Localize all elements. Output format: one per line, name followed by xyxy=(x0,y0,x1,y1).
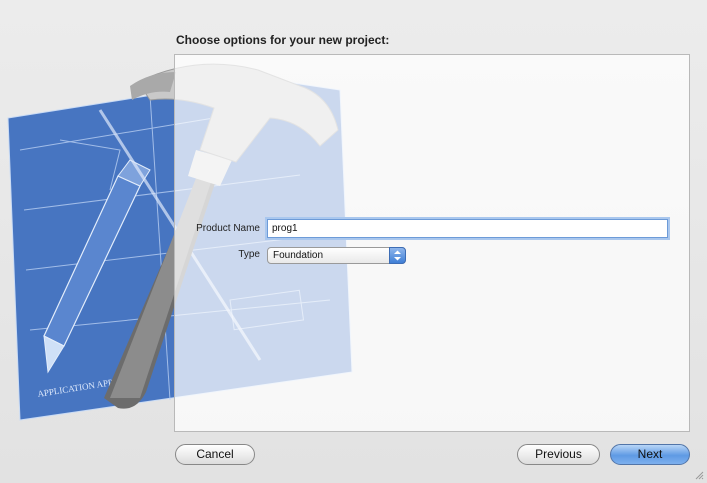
dialog-title: Choose options for your new project: xyxy=(176,33,390,47)
product-name-input[interactable] xyxy=(267,219,668,238)
options-panel xyxy=(174,54,690,432)
type-select[interactable]: Foundation xyxy=(267,247,406,264)
next-button[interactable]: Next xyxy=(610,444,690,465)
select-arrows-icon xyxy=(389,247,406,264)
new-project-dialog: APPLICATION APP Choose options for your … xyxy=(0,0,707,483)
previous-button[interactable]: Previous xyxy=(517,444,600,465)
product-name-label: Product Name xyxy=(196,223,260,234)
cancel-button[interactable]: Cancel xyxy=(175,444,255,465)
resize-grip-icon[interactable] xyxy=(694,470,704,480)
type-selected-value: Foundation xyxy=(273,250,324,261)
type-label: Type xyxy=(238,249,260,260)
